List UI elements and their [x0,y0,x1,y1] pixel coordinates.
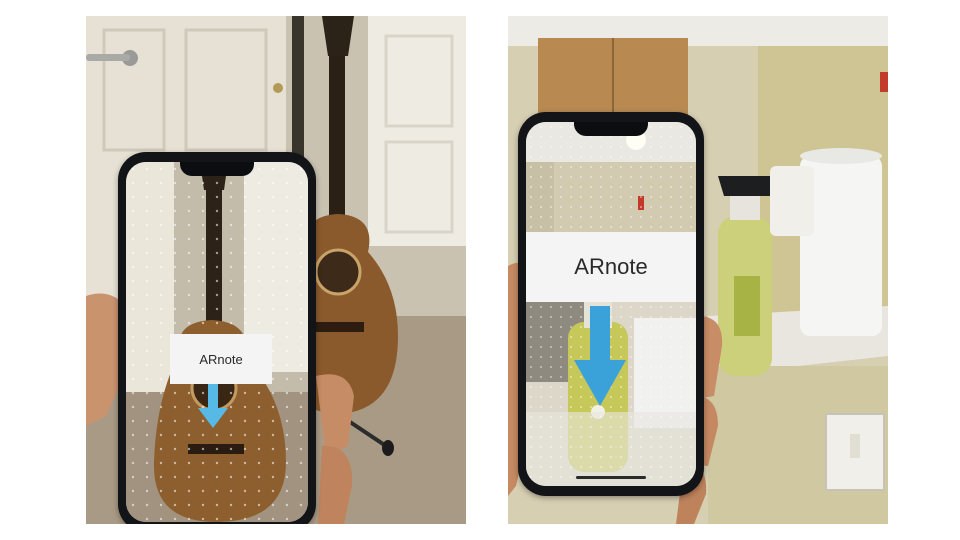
home-indicator [576,476,646,479]
ar-camera-view [526,122,696,486]
guitar-photo: ARnote [86,16,466,524]
phone: ARnote [518,112,704,496]
phone-screen: ARnote [526,122,696,486]
phone-notch [180,162,254,176]
ar-note-label: ARnote [526,232,696,302]
ar-note-label: ARnote [170,334,272,384]
ar-note-text: ARnote [199,351,243,367]
down-arrow-icon [574,306,626,406]
down-arrow-icon [198,384,228,428]
phone: ARnote [118,152,316,524]
phone-notch [574,122,648,136]
phone-screen: ARnote [126,162,308,522]
kitchen-photo: ARnote [508,16,888,524]
ar-note-text: ARnote [574,254,648,279]
